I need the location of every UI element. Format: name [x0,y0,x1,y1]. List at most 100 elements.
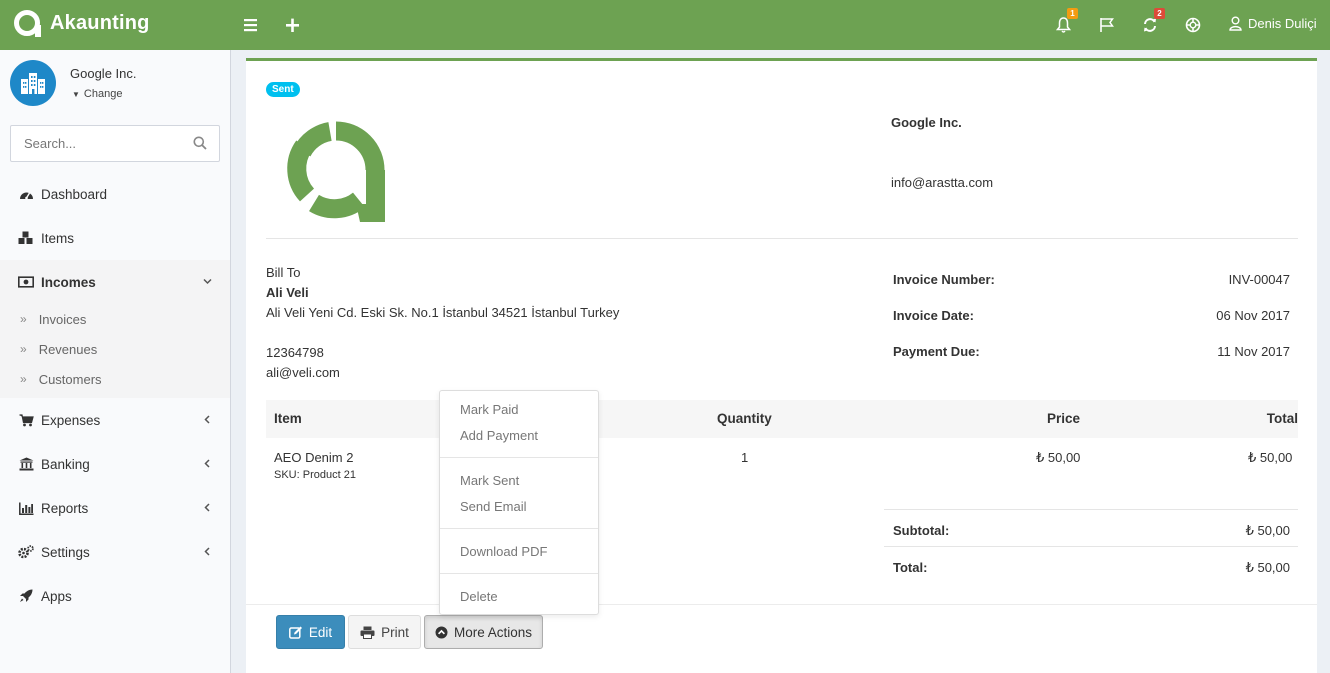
payment-due-row: Payment Due: 11 Nov 2017 [893,344,1290,359]
sidebar-item-settings[interactable]: Settings [0,530,230,574]
rocket-icon [18,589,34,603]
edit-button-label: Edit [308,624,333,640]
customer-tax-number: 12364798 [266,345,324,360]
sidebar-item-label: Dashboard [41,186,108,202]
status-badge: Sent [266,82,300,97]
send-email-menu-item[interactable]: Send Email [460,499,526,514]
customer-name: Ali Veli [266,285,309,300]
bank-icon [18,457,34,471]
meta-value: 06 Nov 2017 [1216,308,1290,323]
top-navbar: Akaunting 1 2 Denis Duliçi [0,0,1330,50]
dropdown-divider [440,457,598,458]
total-label: Subtotal: [893,523,950,538]
quick-add-icon[interactable] [286,14,300,36]
total-label: Total: [893,560,928,575]
mark-sent-menu-item[interactable]: Mark Sent [460,473,519,488]
column-header-quantity: Quantity [717,411,772,426]
sidebar-item-label: Banking [41,456,90,472]
sidebar-item-label: Reports [41,500,89,516]
cubes-icon [18,231,34,245]
app-logo[interactable]: Akaunting [14,10,150,37]
sidebar-menu: Dashboard Items Incomes » Invoices » Rev… [0,172,230,618]
item-name: AEO Denim 2 [274,450,354,465]
more-actions-label: More Actions [453,624,533,640]
cart-icon [18,413,34,427]
help-lifebuoy-icon[interactable] [1185,14,1201,36]
divider [246,604,1317,605]
flag-icon[interactable] [1099,14,1115,36]
invoice-box: Sent Google Inc. info@arastta.com Bill T… [246,58,1317,673]
meta-label: Payment Due: [893,344,980,359]
item-total: ₺ 50,00 [1248,450,1293,465]
download-pdf-menu-item[interactable]: Download PDF [460,544,547,559]
user-icon [1229,16,1242,31]
invoice-number-row: Invoice Number: INV-00047 [893,272,1290,287]
meta-label: Invoice Number: [893,272,995,287]
sidebar-subitem-customers[interactable]: » Customers [0,364,230,394]
updates-count-badge: 2 [1154,8,1165,19]
item-price: ₺ 50,00 [1036,450,1081,465]
sidebar-search [10,125,220,162]
invoice-date-row: Invoice Date: 06 Nov 2017 [893,308,1290,323]
money-icon [18,276,34,288]
chevron-circle-up-icon [435,626,448,638]
dropdown-divider [440,573,598,574]
chevron-left-icon [203,545,212,559]
customer-email: ali@veli.com [266,365,340,380]
sidebar-subitem-invoices[interactable]: » Invoices [0,304,230,334]
more-actions-button[interactable]: More Actions [424,615,543,649]
double-chevron-right-icon: » [20,342,27,356]
sidebar-item-label: Incomes [41,274,96,290]
sidebar-item-dashboard[interactable]: Dashboard [0,172,230,216]
sidebar-item-label: Items [41,230,75,246]
notifications-count-badge: 1 [1067,8,1078,19]
akaunting-logo-icon [14,10,41,37]
print-icon [360,626,375,639]
company-building-icon [10,60,56,106]
notifications-bell-icon[interactable]: 1 [1056,8,1078,36]
company-change-link[interactable]: ▼ Change [72,88,122,100]
caret-down-icon: ▼ [72,90,80,99]
more-actions-dropdown: Mark Paid Add Payment Mark Sent Send Ema… [439,390,599,615]
total-value: ₺ 50,00 [1245,523,1290,538]
updates-refresh-icon[interactable]: 2 [1142,8,1165,36]
delete-menu-item[interactable]: Delete [460,589,498,604]
sidebar-subitem-revenues[interactable]: » Revenues [0,334,230,364]
items-table-header: Item Quantity Price Total [266,400,1298,438]
chevron-left-icon [203,501,212,515]
sidebar-subitem-label: Invoices [38,311,87,327]
customer-address: Ali Veli Yeni Cd. Eski Sk. No.1 İstanbul… [266,305,620,320]
sidebar-item-banking[interactable]: Banking [0,442,230,486]
main-content: Sent Google Inc. info@arastta.com Bill T… [231,50,1330,673]
chevron-left-icon [203,457,212,471]
mark-paid-menu-item[interactable]: Mark Paid [460,402,519,417]
search-icon[interactable] [193,136,207,153]
sidebar-item-incomes[interactable]: Incomes [0,260,230,304]
sidebar-item-expenses[interactable]: Expenses [0,398,230,442]
meta-value: INV-00047 [1228,272,1290,287]
sidebar-item-apps[interactable]: Apps [0,574,230,618]
print-button[interactable]: Print [348,615,421,649]
sidebar-item-label: Settings [41,544,90,560]
dashboard-icon [18,188,34,201]
sidebar: Google Inc. ▼Change Dashboard Items [0,50,231,673]
sidebar-item-reports[interactable]: Reports [0,486,230,530]
add-payment-menu-item[interactable]: Add Payment [460,428,538,443]
search-input[interactable] [11,126,181,161]
user-menu[interactable]: Denis Duliçi [1229,16,1317,31]
sidebar-item-items[interactable]: Items [0,216,230,260]
divider [884,546,1298,547]
sidebar-toggle-icon[interactable] [244,14,258,36]
chevron-down-icon [203,275,212,289]
meta-value: 11 Nov 2017 [1217,344,1290,359]
company-logo-icon [286,118,396,226]
subtotal-row: Subtotal: ₺ 50,00 [893,523,1290,539]
edit-button[interactable]: Edit [276,615,345,649]
company-name: Google Inc. [70,66,137,81]
sidebar-subitem-label: Customers [38,371,102,387]
user-name: Denis Duliçi [1248,16,1317,31]
bar-chart-icon [18,502,34,515]
sidebar-subitem-label: Revenues [38,341,98,357]
column-header-total: Total [1266,411,1298,426]
item-sku: SKU: Product 21 [274,469,356,481]
